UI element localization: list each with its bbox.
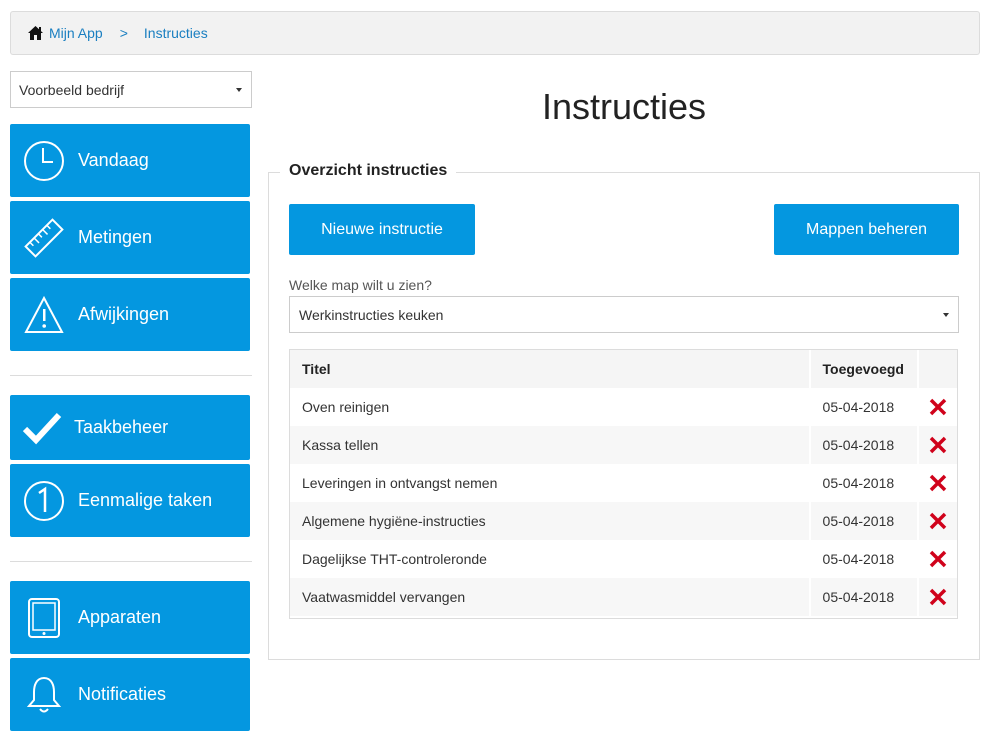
row-title: Leveringen in ontvangst nemen [290,464,811,502]
sidebar-item-eenmalige-taken[interactable]: Eenmalige taken [10,464,250,537]
column-header-title[interactable]: Titel [290,350,811,388]
table-row[interactable]: Leveringen in ontvangst nemen 05-04-2018 [290,464,957,502]
sidebar-divider [10,561,252,562]
sidebar-item-notificaties[interactable]: Notificaties [10,658,250,731]
delete-icon[interactable] [929,512,947,530]
sidebar-item-apparaten[interactable]: Apparaten [10,581,250,654]
sidebar-item-metingen[interactable]: Metingen [10,201,250,274]
one-icon [10,480,78,522]
row-title: Vaatwasmiddel vervangen [290,578,811,616]
bell-icon [10,674,78,716]
breadcrumb-home-link[interactable]: Mijn App [49,25,103,41]
sidebar-item-afwijkingen[interactable]: Afwijkingen [10,278,250,351]
table-row[interactable]: Kassa tellen 05-04-2018 [290,426,957,464]
caret-down-icon [943,312,949,317]
row-date: 05-04-2018 [810,426,919,464]
new-instruction-button[interactable]: Nieuwe instructie [289,204,475,255]
sidebar-item-label: Metingen [78,227,153,247]
delete-icon[interactable] [929,550,947,568]
sidebar-item-label: Vandaag [78,150,149,170]
table-row[interactable]: Oven reinigen 05-04-2018 [290,388,957,426]
row-date: 05-04-2018 [810,578,919,616]
delete-icon[interactable] [929,474,947,492]
breadcrumb: Mijn App > Instructies [10,11,980,55]
table-row[interactable]: Algemene hygiëne-instructies 05-04-2018 [290,502,957,540]
table-header-row: Titel Toegevoegd [290,350,957,388]
company-select[interactable]: Voorbeeld bedrijf [10,71,252,108]
clock-icon [10,140,78,182]
folder-select-value: Werkinstructies keuken [299,306,444,323]
sidebar-item-label: Afwijkingen [78,304,170,324]
delete-icon[interactable] [929,398,947,416]
home-icon[interactable] [27,25,44,41]
column-header-delete [918,350,957,388]
row-title: Dagelijkse THT-controleronde [290,540,811,578]
folder-select-label: Welke map wilt u zien? [289,277,432,293]
company-select-value: Voorbeeld bedrijf [19,81,125,98]
row-date: 05-04-2018 [810,388,919,426]
sidebar-item-vandaag[interactable]: Vandaag [10,124,250,197]
breadcrumb-separator: > [119,25,128,41]
instructions-table: Titel Toegevoegd Oven reinigen 05-04-201… [289,349,958,619]
tablet-icon [10,597,78,639]
checkmark-icon [10,411,74,445]
panel-legend: Overzicht instructies [280,161,457,181]
folder-select[interactable]: Werkinstructies keuken [289,296,959,333]
row-date: 05-04-2018 [810,540,919,578]
delete-icon[interactable] [929,588,947,606]
sidebar-item-taakbeheer[interactable]: Taakbeheer [10,395,250,460]
page-title: Instructies [541,86,707,127]
caret-down-icon [236,87,242,92]
table-row[interactable]: Vaatwasmiddel vervangen 05-04-2018 [290,578,957,616]
breadcrumb-current-link[interactable]: Instructies [144,25,208,41]
table-row[interactable]: Dagelijkse THT-controleronde 05-04-2018 [290,540,957,578]
sidebar-item-label: Apparaten [78,607,162,627]
delete-icon[interactable] [929,436,947,454]
warning-icon [10,295,78,335]
row-date: 05-04-2018 [810,502,919,540]
ruler-icon [10,216,78,260]
row-title: Kassa tellen [290,426,811,464]
row-date: 05-04-2018 [810,464,919,502]
row-title: Algemene hygiëne-instructies [290,502,811,540]
sidebar-item-label: Eenmalige taken [78,490,213,510]
sidebar-item-label: Taakbeheer [74,417,169,437]
sidebar-item-label: Notificaties [78,684,167,704]
sidebar-divider [10,375,252,376]
row-title: Oven reinigen [290,388,811,426]
manage-folders-button[interactable]: Mappen beheren [774,204,959,255]
column-header-added[interactable]: Toegevoegd [810,350,919,388]
